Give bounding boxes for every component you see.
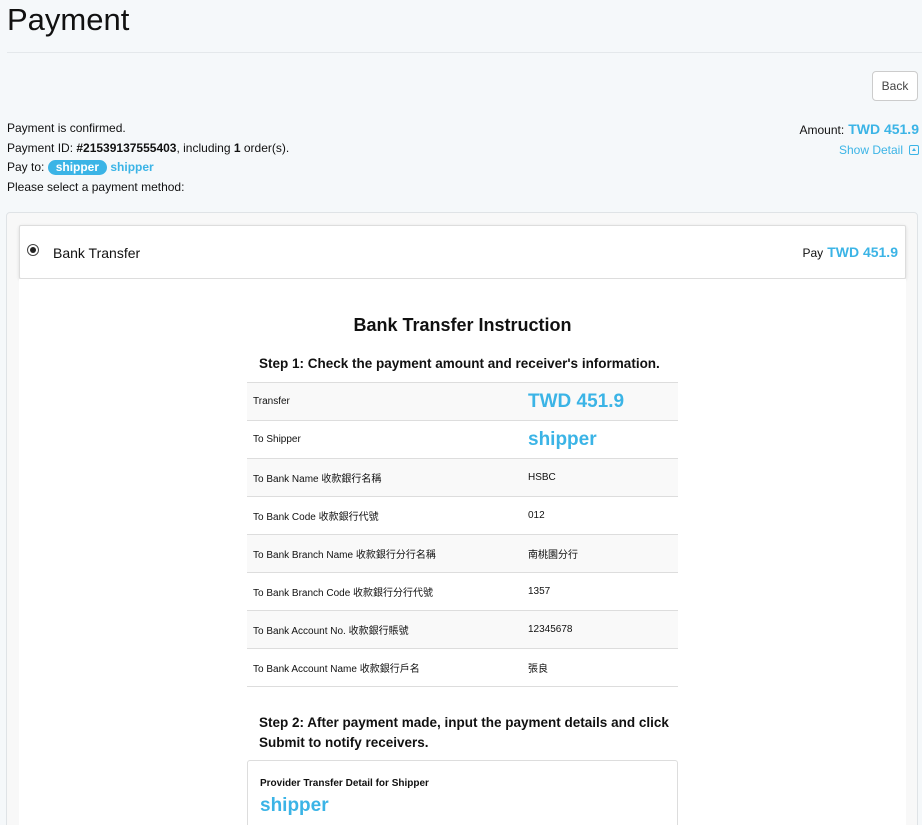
provider-name: shipper	[260, 795, 329, 816]
payment-method-label[interactable]: Bank Transfer	[53, 245, 140, 261]
title-divider	[7, 52, 922, 53]
pay-to-badge: shipper	[47, 160, 108, 175]
payment-id: #21539137555403	[76, 140, 177, 155]
payment-confirmed-text: Payment is confirmed.	[7, 121, 126, 135]
transfer-amount: TWD 451.9	[528, 390, 625, 412]
show-detail-link[interactable]: Show Detail	[799, 140, 919, 160]
amount-value: TWD 451.9	[848, 121, 919, 137]
amount-label: Amount:	[799, 123, 845, 137]
payment-info: Payment is confirmed. Payment ID: #21539…	[7, 119, 289, 197]
table-row: To Bank Branch Name 收款銀行分行名稱 南桃園分行	[247, 535, 678, 573]
step2-heading: Step 2: After payment made, input the pa…	[259, 715, 669, 750]
provider-transfer-detail-box: Provider Transfer Detail for Shipper shi…	[247, 760, 678, 825]
back-button[interactable]: Back	[872, 71, 918, 101]
payment-methods-panel: Bank Transfer Pay TWD 451.9 Bank Transfer…	[6, 212, 918, 825]
table-row: To Bank Branch Code 收款銀行分行代號 1357	[247, 573, 678, 611]
pay-to-line: Pay to: shipper shipper	[7, 160, 154, 175]
payment-method-bank-transfer[interactable]: Bank Transfer Pay TWD 451.9	[19, 225, 906, 279]
payment-id-line: Payment ID: #21539137555403, including 1…	[7, 140, 290, 155]
table-row: To Bank Account Name 收款銀行戶名 張良	[247, 649, 678, 687]
shipper-name: shipper	[528, 428, 597, 450]
table-row: To Bank Code 收款銀行代號 012	[247, 497, 678, 535]
table-row: To Shipper shipper	[247, 421, 678, 459]
chevron-up-square-icon[interactable]	[909, 145, 919, 155]
receiver-info-table: Transfer TWD 451.9 To Shipper shipper To…	[247, 382, 678, 687]
provider-label: Provider Transfer Detail for Shipper	[260, 778, 429, 789]
pay-to-name[interactable]: shipper	[110, 160, 153, 174]
bank-transfer-instructions: Bank Transfer Instruction Step 1: Check …	[19, 279, 906, 825]
bank-transfer-radio[interactable]	[27, 244, 39, 256]
table-row: To Bank Account No. 收款銀行賬號 12345678	[247, 611, 678, 649]
method-pay-amount: Pay TWD 451.9	[802, 244, 899, 260]
table-row: Transfer TWD 451.9	[247, 383, 678, 421]
table-row: To Bank Name 收款銀行名稱 HSBC	[247, 459, 678, 497]
instruction-title: Bank Transfer Instruction	[353, 315, 572, 335]
amount-summary: Amount: TWD 451.9 Show Detail	[799, 119, 919, 160]
select-method-prompt: Please select a payment method:	[7, 179, 185, 194]
order-count: 1	[233, 140, 241, 155]
page-title: Payment	[7, 2, 130, 37]
step1-heading: Step 1: Check the payment amount and rec…	[259, 356, 660, 371]
